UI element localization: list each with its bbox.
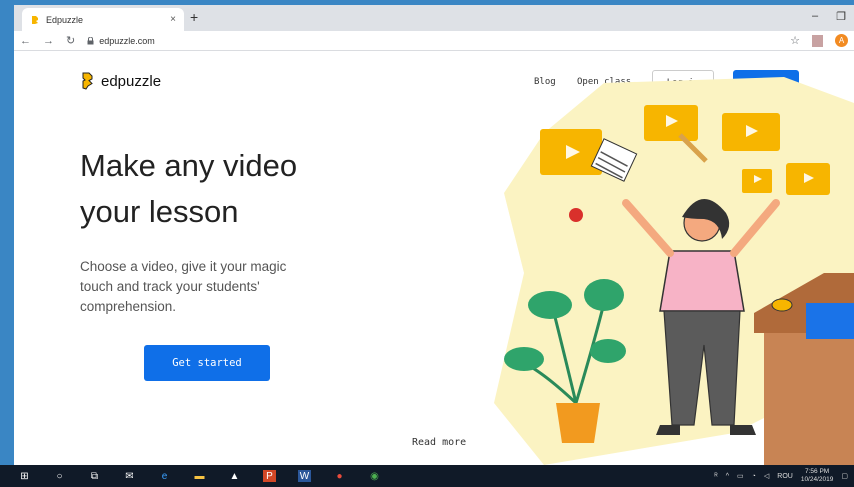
- hero-headline-line2: your lesson: [80, 194, 239, 229]
- edpuzzle-favicon-icon: [32, 15, 38, 24]
- system-tray: ᴿ ^ ▭ ◔ ◁ ROU 7:56 PM 10/24/2019 ▢: [715, 468, 848, 484]
- minimize-button[interactable]: –: [812, 10, 818, 23]
- clock[interactable]: 7:56 PM 10/24/2019: [801, 468, 834, 484]
- wifi-icon[interactable]: ◔: [752, 473, 756, 480]
- windows-icon[interactable]: ⊞: [18, 470, 31, 482]
- address-bar: ← → ↻ edpuzzle.com ☆ A: [14, 31, 854, 51]
- windows-taskbar: ⊞ ○ ⧉ ✉ e ▬ ▲ P W ● ◉ ᴿ ^ ▭ ◔ ◁ ROU 7:56…: [0, 465, 854, 487]
- edge-icon[interactable]: e: [158, 470, 171, 482]
- edpuzzle-page: edpuzzle Blog Open class Log in Sign up …: [14, 51, 854, 465]
- word-icon[interactable]: W: [298, 470, 311, 482]
- lock-icon: [87, 36, 94, 44]
- maps-icon[interactable]: ●: [333, 470, 346, 482]
- read-more-link[interactable]: Read more: [412, 437, 466, 448]
- chrome-icon[interactable]: ◉: [368, 470, 381, 482]
- people-icon[interactable]: ᴿ: [715, 473, 718, 480]
- notifications-icon[interactable]: ▢: [841, 472, 848, 480]
- url-field[interactable]: edpuzzle.com: [87, 36, 155, 46]
- window-controls: – ❐: [812, 10, 846, 23]
- tab-bar: Edpuzzle × + – ❐: [14, 5, 854, 31]
- task-view-icon[interactable]: ⧉: [88, 470, 101, 482]
- hero-headline: Make any video your lesson: [80, 143, 340, 235]
- browser-window: Edpuzzle × + – ❐ ← → ↻ edpuzzle.com ☆ A …: [14, 5, 854, 465]
- language-indicator[interactable]: ROU: [777, 473, 793, 480]
- powerpoint-icon[interactable]: P: [263, 470, 276, 482]
- photos-icon[interactable]: ▲: [228, 470, 241, 482]
- tab-title: Edpuzzle: [46, 14, 84, 25]
- new-tab-button[interactable]: +: [190, 9, 198, 25]
- reload-icon[interactable]: ↻: [66, 34, 75, 47]
- forward-icon[interactable]: →: [43, 35, 54, 47]
- edpuzzle-logo[interactable]: edpuzzle: [80, 72, 161, 90]
- file-explorer-icon[interactable]: ▬: [193, 470, 206, 482]
- tray-chevron-icon[interactable]: ^: [726, 473, 729, 480]
- edpuzzle-logo-icon: [82, 72, 93, 90]
- url-text: edpuzzle.com: [99, 35, 155, 46]
- tab-edpuzzle[interactable]: Edpuzzle ×: [22, 8, 184, 31]
- search-icon[interactable]: ○: [53, 470, 66, 482]
- mail-icon[interactable]: ✉: [123, 470, 136, 482]
- back-icon[interactable]: ←: [20, 35, 31, 47]
- battery-icon[interactable]: ▭: [737, 472, 744, 480]
- hero-illustration: [494, 77, 854, 465]
- clock-time: 7:56 PM: [804, 468, 830, 475]
- hero-headline-line1: Make any video: [80, 148, 298, 183]
- toolbar-right: ☆ A: [790, 34, 848, 47]
- logo-text: edpuzzle: [101, 72, 162, 90]
- star-icon[interactable]: ☆: [790, 34, 800, 47]
- get-started-button[interactable]: Get started: [144, 345, 270, 381]
- tab-close-icon[interactable]: ×: [170, 14, 176, 25]
- profile-avatar[interactable]: A: [835, 34, 848, 47]
- extension-icon[interactable]: [812, 34, 823, 47]
- clock-date: 10/24/2019: [800, 476, 834, 483]
- apple-icon: [569, 208, 583, 222]
- volume-icon[interactable]: ◁: [764, 472, 769, 480]
- hero-subtitle: Choose a video, give it your magic touch…: [80, 259, 287, 314]
- restore-button[interactable]: ❐: [836, 10, 846, 23]
